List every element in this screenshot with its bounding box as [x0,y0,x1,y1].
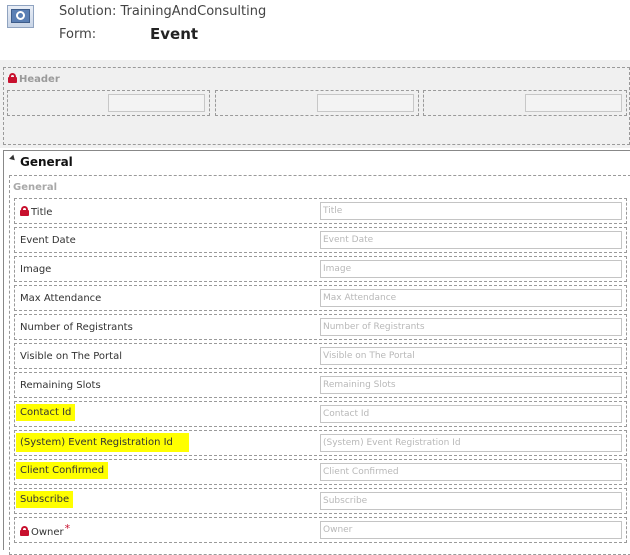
header-field-input[interactable] [108,94,205,112]
field-label: (System) Event Registration Id [16,433,189,452]
field-input[interactable]: Visible on The Portal [320,347,622,365]
form-field-row[interactable]: Subscribe Subscribe [14,488,627,514]
header-section-title: Header [8,73,60,85]
form-field-row[interactable]: Contact Id Contact Id [14,401,627,427]
field-input[interactable]: (System) Event Registration Id [320,434,622,452]
header-field-slot[interactable] [7,90,210,116]
field-input[interactable]: Remaining Slots [320,376,622,394]
field-label: Title [20,206,52,218]
field-label: Image [20,264,52,275]
solution-label: Solution: TrainingAndConsulting [59,4,267,19]
form-field-row[interactable]: Owner* Owner [14,517,627,543]
field-input[interactable]: Owner [320,521,622,539]
field-label: Visible on The Portal [20,351,122,362]
header-field-slot[interactable] [423,90,627,116]
field-label: Number of Registrants [20,322,133,333]
section-title: General [13,182,57,193]
lock-icon [20,526,29,536]
field-label: Max Attendance [20,293,102,304]
field-input[interactable]: Image [320,260,622,278]
header-section[interactable]: Header [3,67,630,145]
field-label: Client Confirmed [16,462,109,479]
tab-general[interactable]: General General Title Title Event Date Even… [3,150,630,555]
form-field-row[interactable]: Remaining Slots Remaining Slots [14,372,627,398]
lock-icon [8,73,17,83]
header-field-input[interactable] [317,94,414,112]
field-input[interactable]: Title [320,202,622,220]
header-field-slot[interactable] [215,90,419,116]
field-input[interactable]: Client Confirmed [320,463,622,481]
form-field-row[interactable]: Image Image [14,256,627,282]
field-label: Subscribe [16,491,74,508]
lock-icon [20,206,29,216]
form-field-row[interactable]: Visible on The Portal Visible on The Port… [14,343,627,369]
field-label: Event Date [20,235,76,246]
form-field-row[interactable]: Max Attendance Max Attendance [14,285,627,311]
field-label: Contact Id [16,404,76,421]
tab-title[interactable]: General [9,154,73,169]
field-input[interactable]: Contact Id [320,405,622,423]
required-asterisk: * [64,522,71,535]
form-field-row[interactable]: Event Date Event Date [14,227,627,253]
field-input[interactable]: Max Attendance [320,289,622,307]
field-label: Remaining Slots [20,380,101,391]
field-input[interactable]: Subscribe [320,492,622,510]
form-field-row[interactable]: Title Title [14,198,627,224]
form-header-bar: Solution: TrainingAndConsulting Form: Ev… [0,0,630,60]
form-label: Form: [59,27,97,42]
field-input[interactable]: Event Date [320,231,622,249]
field-label: Owner* [20,522,71,538]
form-field-row[interactable]: Client Confirmed Client Confirmed [14,459,627,485]
form-name: Event [150,25,199,43]
form-field-row[interactable]: Number of Registrants Number of Registran… [14,314,627,340]
form-field-row[interactable]: (System) Event Registration Id (System) E… [14,430,627,456]
form-editor-icon [7,5,34,28]
section-general[interactable]: General Title Title Event Date Event Date Im… [9,175,630,555]
collapse-triangle-icon[interactable] [9,154,17,163]
field-input[interactable]: Number of Registrants [320,318,622,336]
header-field-input[interactable] [525,94,622,112]
